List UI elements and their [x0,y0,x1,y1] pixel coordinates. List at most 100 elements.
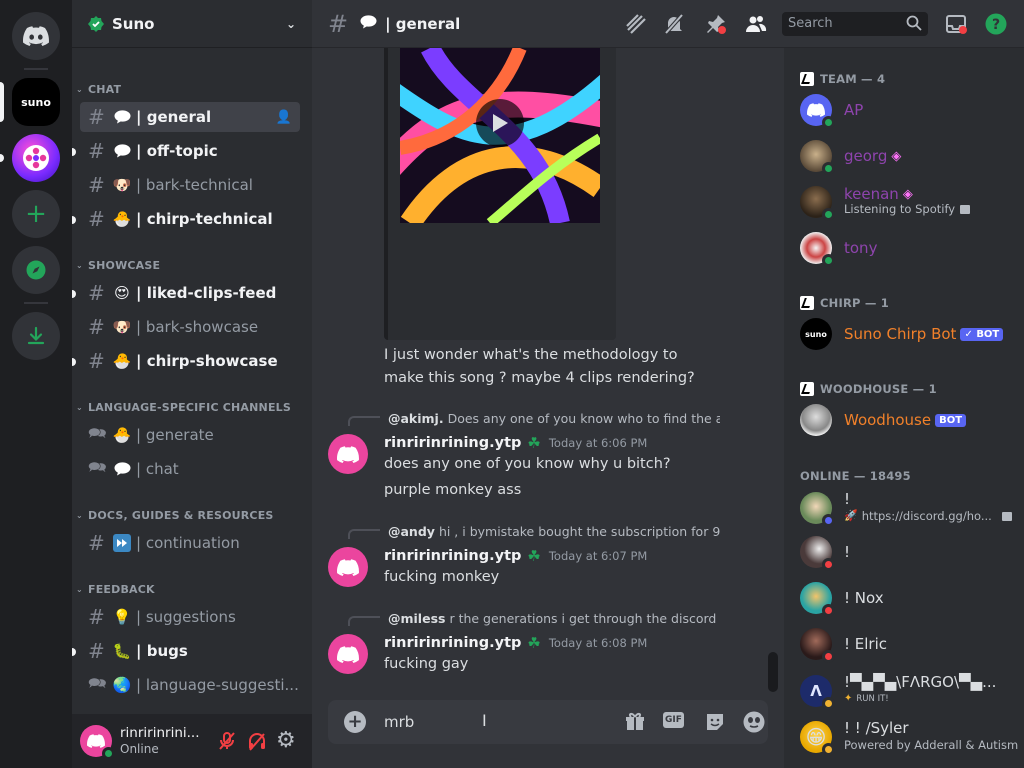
gift-icon[interactable] [624,711,646,737]
member-avatar [800,232,835,267]
user-avatar[interactable] [80,725,115,760]
chevron-down-icon: ⌄ [76,85,83,94]
channel-chat[interactable]: 🗪 | chat [80,454,300,484]
message-author[interactable]: rinririnrining.ytp ☘ Today at 6:08 PM [384,634,647,652]
server-suno[interactable]: suno [12,78,60,126]
member-item[interactable]: ! Elric [800,628,887,663]
member-item[interactable]: ! 🚀 https://discord.gg/ho... [800,491,1012,527]
message-text: does any one of you know why u bitch? [384,456,671,472]
server-header[interactable]: Suno ⌄ [72,0,312,48]
search-input[interactable]: Search [782,12,928,36]
category-label: SHOWCASE [88,259,161,272]
server-booster-icon: ◈ [902,187,913,202]
deafened-headphones-icon[interactable] [246,730,268,756]
role-header-label: CHIRP — 1 [820,296,889,310]
channel-language-suggestions[interactable]: 🗪 🌏 | language-suggesti... [80,670,300,700]
notification-muted-icon[interactable] [662,12,686,40]
online-status-icon [822,162,835,175]
member-item[interactable]: Λ !▀▄▀▄\FΛRGO\▀▄... ✦ RUN IT! [800,674,996,710]
bot-badge-label: BOT [976,328,1000,340]
message-author[interactable]: rinririnrining.ytp ☘ Today at 6:06 PM [384,434,647,452]
sticker-icon[interactable] [704,711,726,737]
inbox-icon[interactable] [944,12,968,40]
reply-connector [348,529,380,539]
threads-icon[interactable] [624,12,648,40]
category-language[interactable]: ⌄ LANGUAGE-SPECIFIC CHANNELS [76,401,291,414]
rail-separator [24,68,48,70]
channel-continuation[interactable]: # | continuation [80,528,300,558]
dog-icon: 🐶 [112,176,132,194]
channel-generate[interactable]: 🗪 🐣 | generate [80,420,300,450]
channel-liked-clips-feed[interactable]: # 😍 | liked-clips-feed [80,278,300,308]
author-avatar[interactable] [328,634,368,674]
video-thumbnail[interactable] [400,48,600,223]
search-placeholder: Search [788,16,833,31]
dnd-status-icon [822,650,835,663]
gif-icon[interactable]: GIF [663,712,684,728]
dnd-status-icon [822,558,835,571]
speech-bubble-icon [360,14,377,33]
emoji-icon[interactable] [742,710,766,738]
channel-chirp-technical[interactable]: # 🐣 | chirp-technical [80,204,300,234]
help-icon[interactable]: ? [984,12,1008,40]
channel-bugs[interactable]: # 🐛 | bugs [80,636,300,666]
server-film[interactable] [12,134,60,182]
member-name: georg [844,147,888,165]
dnd-status-icon [822,604,835,617]
member-activity: Listening to Spotify [844,202,956,216]
member-item[interactable]: georg ◈ [800,140,901,175]
explore-servers-button[interactable] [12,246,60,294]
play-button[interactable] [476,99,524,147]
add-server-button[interactable]: + [12,190,60,238]
channel-off-topic[interactable]: # | off-topic [80,136,300,166]
channel-name: | chat [136,460,179,478]
member-avatar [800,94,835,129]
home-button[interactable] [12,12,60,60]
message-author[interactable]: rinririnrining.ytp ☘ Today at 6:07 PM [384,547,647,565]
member-item[interactable]: ! Nox [800,582,884,617]
member-item[interactable]: tony [800,232,877,267]
channel-bark-technical[interactable]: # 🐶 | bark-technical [80,170,300,200]
channel-bark-showcase[interactable]: # 🐶 | bark-showcase [80,312,300,342]
svg-text:?: ? [992,17,1000,33]
category-showcase[interactable]: ⌄ SHOWCASE [76,259,160,272]
channel-name: | generate [136,426,214,444]
member-item[interactable]: 😁 ! ! /Syler Powered by Adderall & Autis… [800,720,1018,756]
member-list-icon[interactable] [744,12,768,40]
member-item[interactable]: keenan ◈ Listening to Spotify [800,186,971,221]
author-avatar[interactable] [328,434,368,474]
search-icon [906,15,922,35]
verified-badge-icon [88,15,104,32]
message-scrollbar[interactable] [768,652,778,692]
gear-icon[interactable]: ⚙ [276,728,296,753]
message-text: purple monkey ass [384,482,522,498]
channel-chirp-showcase[interactable]: # 🐣 | chirp-showcase [80,346,300,376]
reply-preview[interactable]: @akimj. Does any one of you know who to … [384,410,720,426]
author-avatar[interactable] [328,547,368,587]
member-avatar: suno [800,318,832,350]
user-info[interactable]: rinririnrini... Online [120,725,200,757]
replied-username: @miless [388,610,446,626]
channel-general[interactable]: # | general 👤 [80,102,300,132]
member-item[interactable]: ! [800,536,850,571]
channel-name: | bark-technical [136,176,253,194]
member-avatar [800,491,835,527]
speech-bubble-icon [110,144,134,158]
rich-presence-icon [960,205,971,214]
category-docs[interactable]: ⌄ DOCS, GUIDES & RESOURCES [76,509,274,522]
channel-suggestions[interactable]: # 💡 | suggestions [80,602,300,632]
pinned-messages-icon[interactable] [704,12,728,40]
member-item[interactable]: AP [800,94,863,129]
category-chat[interactable]: ⌄ CHAT [76,83,121,96]
member-item[interactable]: Woodhouse BOT [800,404,967,436]
reply-preview[interactable]: @andy hi , i bymistake bought the subscr… [384,523,720,539]
muted-mic-icon[interactable] [216,730,238,756]
reply-preview[interactable]: @miless r the generations i get through … [384,610,720,626]
invite-member-icon[interactable]: 👤 [276,110,292,125]
download-apps-button[interactable] [12,312,60,360]
attach-plus-icon[interactable]: + [344,711,366,733]
chick-icon: 🐣 [112,210,132,228]
member-item[interactable]: suno Suno Chirp Bot ✓ BOT [800,318,1004,350]
category-feedback[interactable]: ⌄ FEEDBACK [76,583,155,596]
video-embed[interactable] [384,48,616,340]
